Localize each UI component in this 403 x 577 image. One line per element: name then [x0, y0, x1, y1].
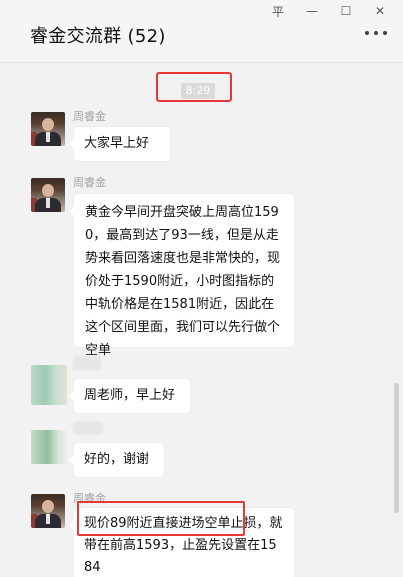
avatar[interactable] [31, 365, 67, 405]
message-list[interactable]: 8:29 周睿金 大家早上好 周睿金 黄金今早间开盘突破上周高位1590，最高到… [0, 63, 403, 577]
avatar[interactable] [31, 430, 67, 464]
minimize-icon[interactable]: — [295, 2, 329, 20]
chat-title: 睿金交流群 (52) [30, 26, 166, 47]
window-controls: 平 — ☐ ✕ [261, 2, 397, 20]
message-bubble[interactable]: 大家早上好 [69, 127, 170, 161]
pin-icon[interactable]: 平 [261, 2, 295, 20]
avatar[interactable] [31, 178, 65, 212]
message-bubble[interactable]: 好的，谢谢 [69, 443, 164, 477]
timestamp: 8:29 [181, 83, 215, 99]
sender-name-blurred [73, 421, 103, 435]
text-highlight [77, 501, 245, 536]
maximize-icon[interactable]: ☐ [329, 2, 363, 20]
avatar[interactable] [31, 112, 65, 146]
avatar[interactable] [31, 494, 65, 528]
sender-name: 周睿金 [73, 176, 106, 189]
sender-name: 周睿金 [73, 110, 106, 123]
more-dots-icon[interactable] [365, 28, 387, 38]
message-bubble[interactable]: 黄金今早间开盘突破上周高位1590，最高到达了93一线，但是从走势来看回落速度也… [69, 194, 294, 358]
scrollbar[interactable] [394, 383, 399, 513]
title-bar: 平 — ☐ ✕ 睿金交流群 (52) [0, 0, 403, 63]
message-bubble[interactable]: 周老师，早上好 [69, 379, 190, 413]
sender-name-blurred [73, 356, 101, 370]
chat-window: 平 — ☐ ✕ 睿金交流群 (52) 8:29 周睿金 大家早上好 周睿金 黄金… [0, 0, 403, 577]
close-icon[interactable]: ✕ [363, 2, 397, 20]
